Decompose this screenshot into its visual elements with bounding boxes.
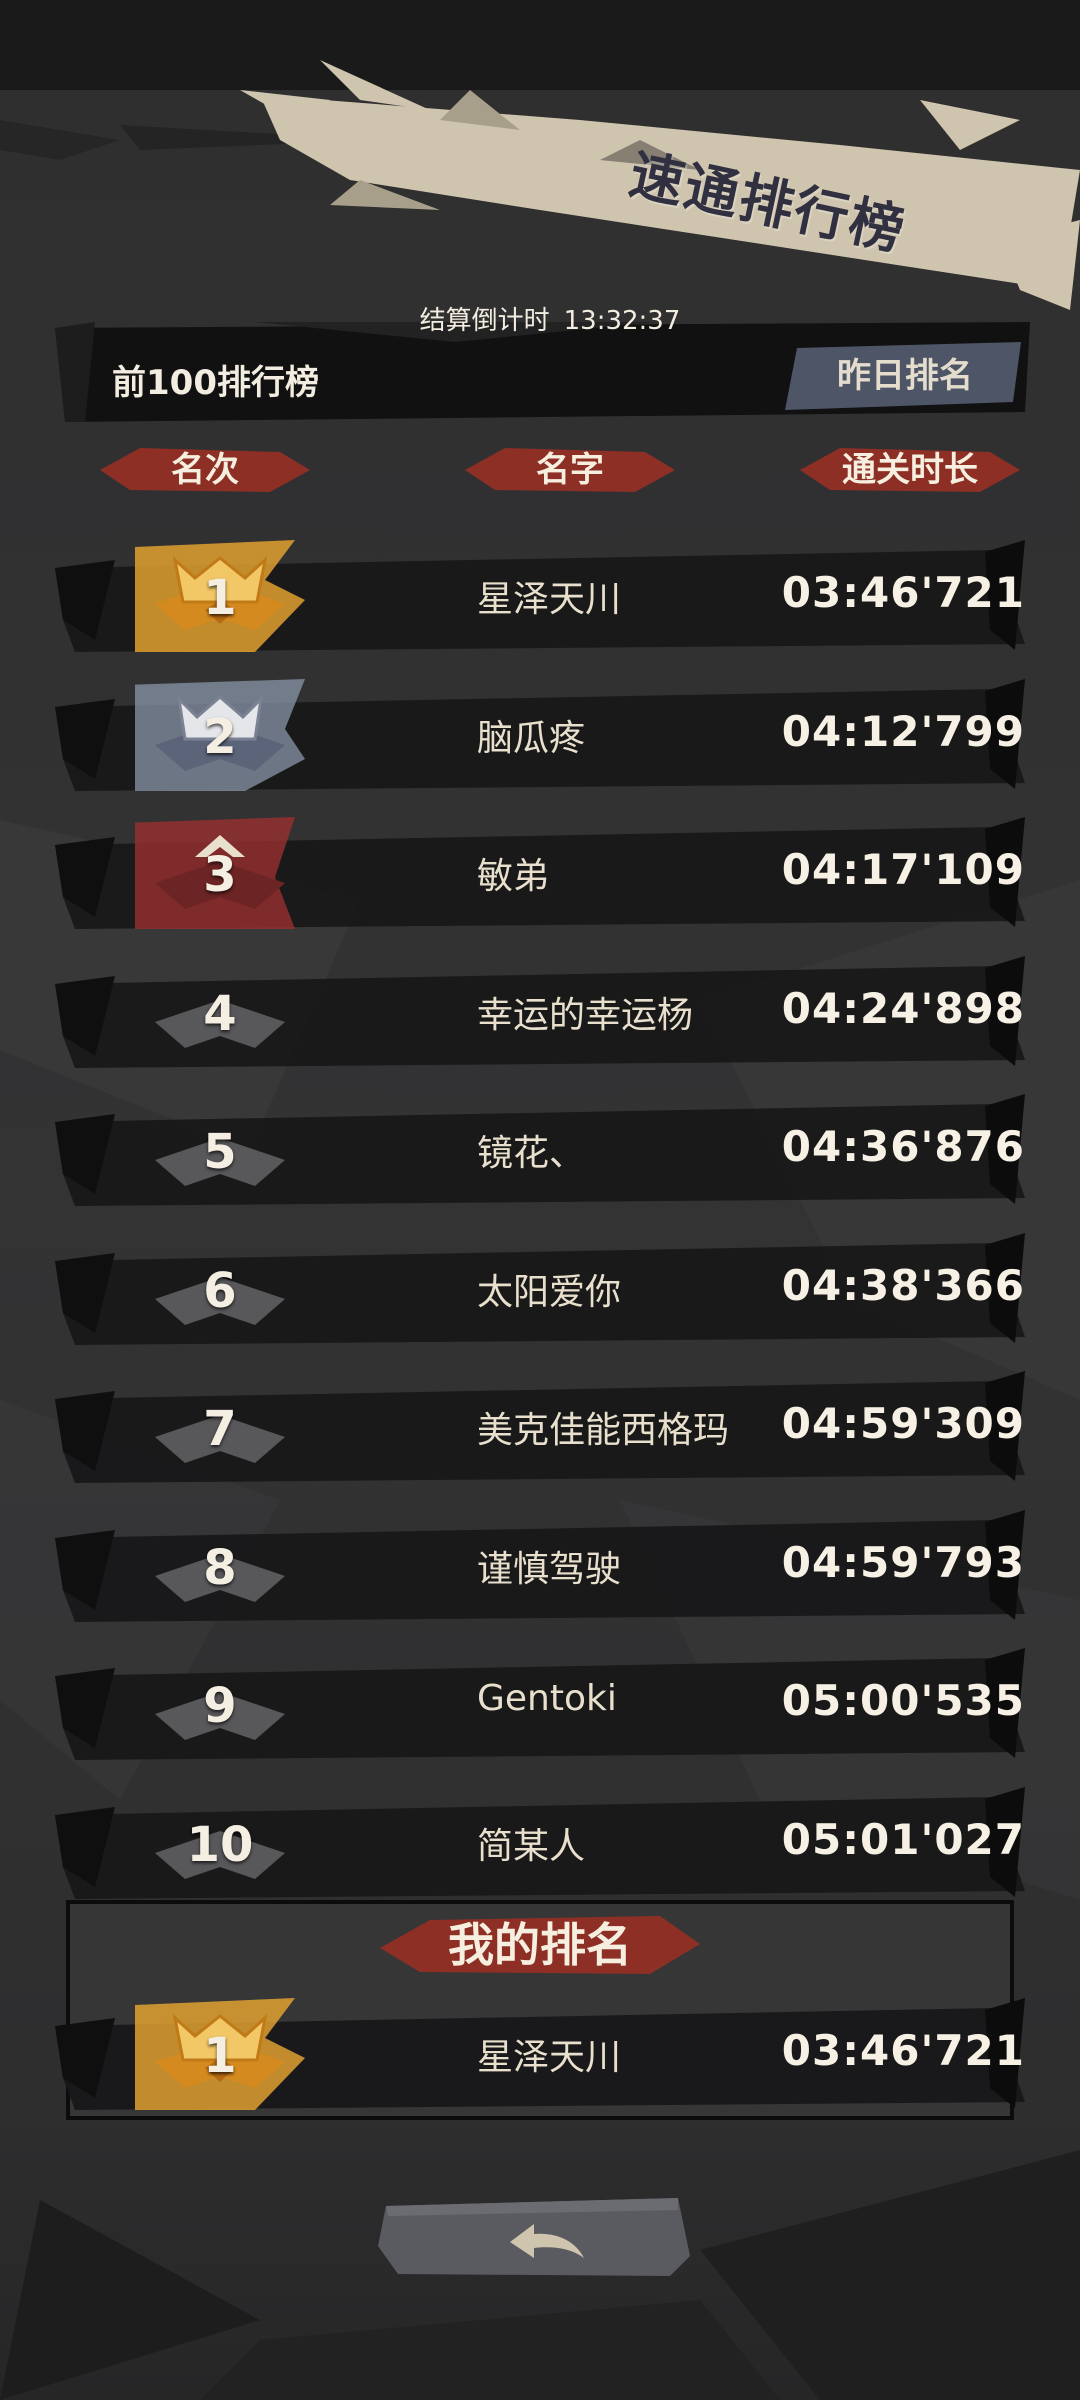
clear-time: 04:59'793 [781,1537,1025,1587]
countdown-label: 结算倒计时 [419,306,550,336]
rank-badge-icon: 9 [135,1648,305,1760]
player-name: 谨慎驾驶 [477,1548,622,1590]
countdown-value: 13:32:37 [563,306,681,336]
yesterday-button-label: 昨日排名 [837,356,973,396]
yesterday-ranking-button[interactable]: 昨日排名 [785,342,1025,410]
rank-number: 1 [203,570,237,626]
leaderboard-row[interactable]: 1 星泽天川 03:46'721 [55,540,1025,652]
rank-badge-icon: 1 [135,540,305,652]
clear-time: 04:38'366 [781,1260,1025,1310]
player-name: 星泽天川 [477,579,622,620]
player-name: Gentoki [477,1678,617,1719]
rank-badge-icon: 7 [135,1371,305,1483]
leaderboard-row[interactable]: 6 太阳爱你 04:38'366 [55,1232,1025,1345]
rank-number: 5 [203,1124,237,1180]
rank-number: 1 [203,2028,237,2084]
clear-time: 03:46'721 [781,568,1025,617]
my-ranking-title: 我的排名 [380,1910,700,1980]
column-header-rank: 名次 [100,440,310,500]
clear-time: 05:00'535 [781,1676,1025,1725]
leaderboard-row[interactable]: 1 星泽天川 03:46'721 [55,1998,1025,2110]
rank-badge-icon: 3 [135,817,305,929]
leaderboard-row[interactable]: 5 镜花、 04:36'876 [55,1094,1025,1206]
clear-time: 04:12'799 [781,706,1025,756]
clear-time: 03:46'721 [781,2026,1025,2075]
rank-number: 10 [186,1816,254,1873]
rank-number: 2 [203,708,237,765]
clear-time: 04:17'109 [781,845,1025,894]
rank-number: 6 [203,1262,237,1319]
rank-badge-icon: 5 [135,1094,305,1206]
rank-number: 4 [203,985,237,1042]
rank-badge-icon: 2 [135,678,305,791]
leaderboard-row[interactable]: 3 敏弟 04:17'109 [55,817,1025,929]
rank-badge-icon: 4 [135,956,305,1068]
top100-label: 前100排行榜 [112,363,319,403]
player-name: 幸运的幸运杨 [477,994,694,1036]
leaderboard-row[interactable]: 9 Gentoki 05:00'535 [55,1648,1025,1760]
rank-number: 3 [203,847,237,903]
clear-time: 04:59'309 [781,1399,1025,1448]
rank-badge-icon: 1 [135,1998,305,2110]
clear-time: 05:01'027 [781,1814,1025,1864]
leaderboard-row[interactable]: 4 幸运的幸运杨 04:24'898 [55,955,1025,1068]
rank-badge-icon: 10 [135,1787,305,1899]
player-name: 星泽天川 [477,2037,622,2078]
rank-badge-icon: 8 [135,1510,305,1622]
player-name: 敏弟 [477,856,550,897]
settlement-countdown: 结算倒计时 13:32:37 [330,298,770,344]
player-name: 简某人 [477,1825,586,1867]
clear-time: 04:24'898 [781,983,1025,1033]
clear-time: 04:36'876 [781,1122,1025,1171]
player-name: 脑瓜疼 [477,717,586,759]
rank-badge-icon: 6 [135,1233,305,1345]
column-header-time: 通关时长 [800,440,1020,500]
player-name: 镜花、 [477,1133,586,1174]
leaderboard-row[interactable]: 8 谨慎驾驶 04:59'793 [55,1509,1025,1622]
leaderboard-row[interactable]: 7 美克佳能西格玛 04:59'309 [55,1371,1025,1483]
back-button[interactable] [378,2186,698,2286]
column-header-name: 名字 [465,440,675,500]
rank-number: 7 [203,1401,237,1457]
rank-number: 9 [203,1678,237,1734]
leaderboard-row[interactable]: 10 简某人 05:01'027 [55,1786,1025,1899]
player-name: 美克佳能西格玛 [477,1410,730,1451]
leaderboard-screen: 速通排行榜 结算倒计时 13:32:37 前100排行榜 昨日排名 名次 名字 通… [0,0,1080,2400]
leaderboard-row[interactable]: 2 脑瓜疼 04:12'799 [55,678,1025,791]
player-name: 太阳爱你 [477,1271,622,1313]
rank-number: 8 [203,1539,237,1596]
